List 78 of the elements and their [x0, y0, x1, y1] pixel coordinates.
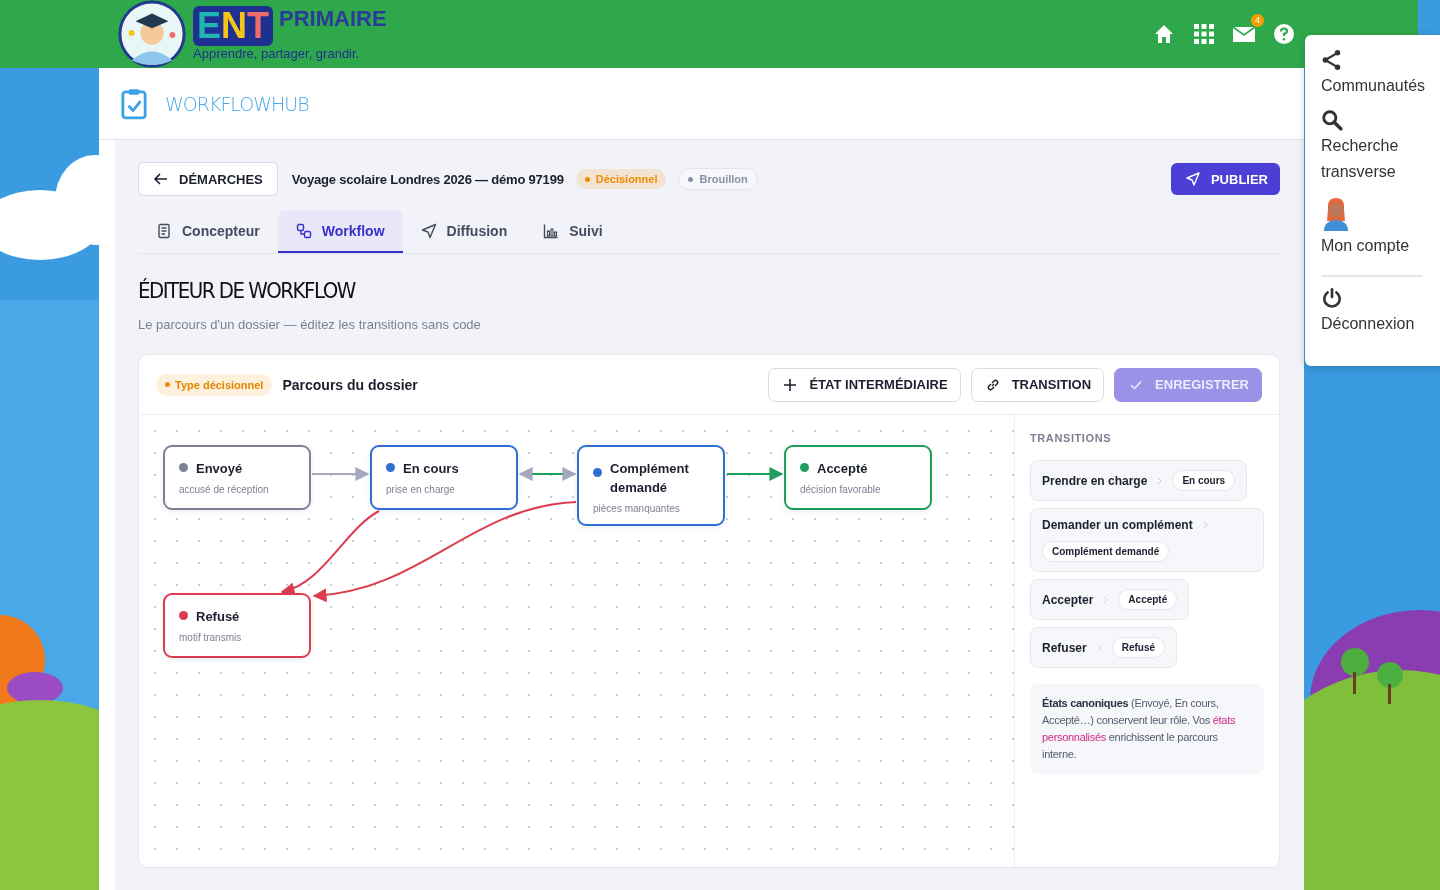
info-note: États canoniques (Envoyé, En cours, Accepté…) conservent leur rôle. Vos états personnalisés enrichissent le parcours interne. — [1030, 684, 1264, 774]
state-title: Refusé — [196, 608, 240, 626]
type-badge: Type décisionnel — [156, 373, 273, 396]
logo-letter: N — [221, 6, 247, 46]
search-icon — [1321, 109, 1343, 131]
document-icon — [156, 222, 172, 239]
state-title: En cours — [403, 460, 459, 478]
chevron-icon — [1157, 476, 1163, 485]
linked-squares-icon — [295, 222, 312, 239]
page-subtitle: Le parcours d'un dossier — éditez les transitions sans code — [138, 317, 482, 332]
tab[interactable]: Suivi — [525, 210, 621, 253]
transition-action: Accepter — [1042, 592, 1094, 607]
connector-arrow — [311, 467, 370, 481]
state-title: Envoyé — [196, 460, 243, 478]
state-node[interactable]: Complément demandé pièces manquantes — [577, 445, 725, 526]
state-node[interactable]: Accepté décision favorable — [784, 445, 932, 510]
target-state-chip: Accepté — [1118, 589, 1178, 610]
arrow-left-icon — [153, 171, 169, 187]
status-badge: Décisionnel — [575, 169, 667, 189]
page-heading: ÉDITEUR DE WORKFLOW — [138, 278, 357, 303]
send-icon — [1184, 171, 1201, 187]
transition-item[interactable]: Demander un complément Complément demandé — [1030, 508, 1264, 572]
transition-action: Demander un complément — [1042, 518, 1193, 532]
chevron-icon — [1103, 595, 1109, 604]
transition-item[interactable]: Accepter Accepté — [1030, 579, 1190, 620]
transition-item[interactable]: Prendre en charge En cours — [1030, 460, 1248, 501]
power-icon — [1321, 287, 1343, 309]
tab[interactable]: Workflow — [277, 210, 403, 253]
publish-button[interactable]: PUBLIER — [1170, 163, 1280, 195]
notification-badge: 4 — [1251, 14, 1264, 27]
menu-item[interactable]: Recherche transverse — [1321, 109, 1440, 185]
tab[interactable]: Concepteur — [138, 210, 278, 253]
state-description: prise en charge — [386, 484, 456, 495]
connector-arrow — [726, 467, 784, 481]
state-description: pièces manquantes — [593, 503, 681, 514]
graduate-avatar-icon — [117, 0, 187, 68]
help-icon[interactable] — [1272, 22, 1296, 46]
app-title: WORKFLOWHUB — [165, 92, 309, 115]
state-title: Accepté — [817, 460, 868, 478]
card-title: Parcours du dossier — [282, 376, 418, 393]
state-node[interactable]: En cours prise en charge — [370, 445, 518, 510]
document-title: Voyage scolaire Londres 2026 — démo 97199 — [291, 171, 564, 187]
logo-letter: T — [247, 6, 269, 46]
share-icon — [1321, 49, 1343, 71]
brand-name: PRIMAIRE — [279, 6, 387, 32]
connector-arrow — [518, 467, 577, 481]
transition-action: Refuser — [1042, 640, 1087, 655]
transition-action: Prendre en charge — [1042, 473, 1148, 488]
user-avatar-icon — [1321, 195, 1351, 231]
toolbar-button[interactable]: TRANSITION — [970, 367, 1105, 402]
send-icon — [420, 222, 437, 239]
plus-icon — [783, 377, 798, 392]
apps-grid-icon[interactable] — [1192, 22, 1216, 46]
brand-tagline: Apprendre, partager, grandir. — [193, 46, 361, 62]
menu-item[interactable]: Communautés — [1321, 49, 1426, 99]
state-node[interactable]: Envoyé accusé de réception — [163, 445, 311, 510]
chevron-icon — [1202, 521, 1208, 529]
target-state-chip: En cours — [1172, 470, 1236, 491]
transition-item[interactable]: Refuser Refusé — [1030, 627, 1178, 668]
bar-chart-icon — [543, 222, 560, 239]
toolbar-button[interactable]: ÉTAT INTERMÉDIAIRE — [768, 367, 961, 402]
state-description: accusé de réception — [179, 484, 270, 495]
clipboard-check-icon — [121, 86, 147, 121]
link-icon — [985, 377, 1000, 392]
tab[interactable]: Diffusion — [402, 210, 526, 253]
menu-item[interactable]: Déconnexion — [1321, 287, 1415, 337]
back-button[interactable]: DÉMARCHES — [138, 162, 278, 196]
state-description: décision favorable — [800, 484, 882, 495]
state-node[interactable]: Refusé motif transmis — [163, 593, 311, 658]
section-label: TRANSITIONS — [1030, 432, 1112, 444]
state-description: motif transmis — [179, 632, 243, 643]
target-state-chip: Complément demandé — [1042, 541, 1170, 562]
menu-item[interactable]: Mon compte — [1321, 195, 1410, 259]
status-badge: Brouillon — [678, 168, 758, 190]
logo-letter: E — [197, 6, 221, 46]
chevron-icon — [1096, 643, 1102, 652]
state-title: Complément demandé — [610, 460, 690, 497]
target-state-chip: Refusé — [1111, 637, 1166, 658]
